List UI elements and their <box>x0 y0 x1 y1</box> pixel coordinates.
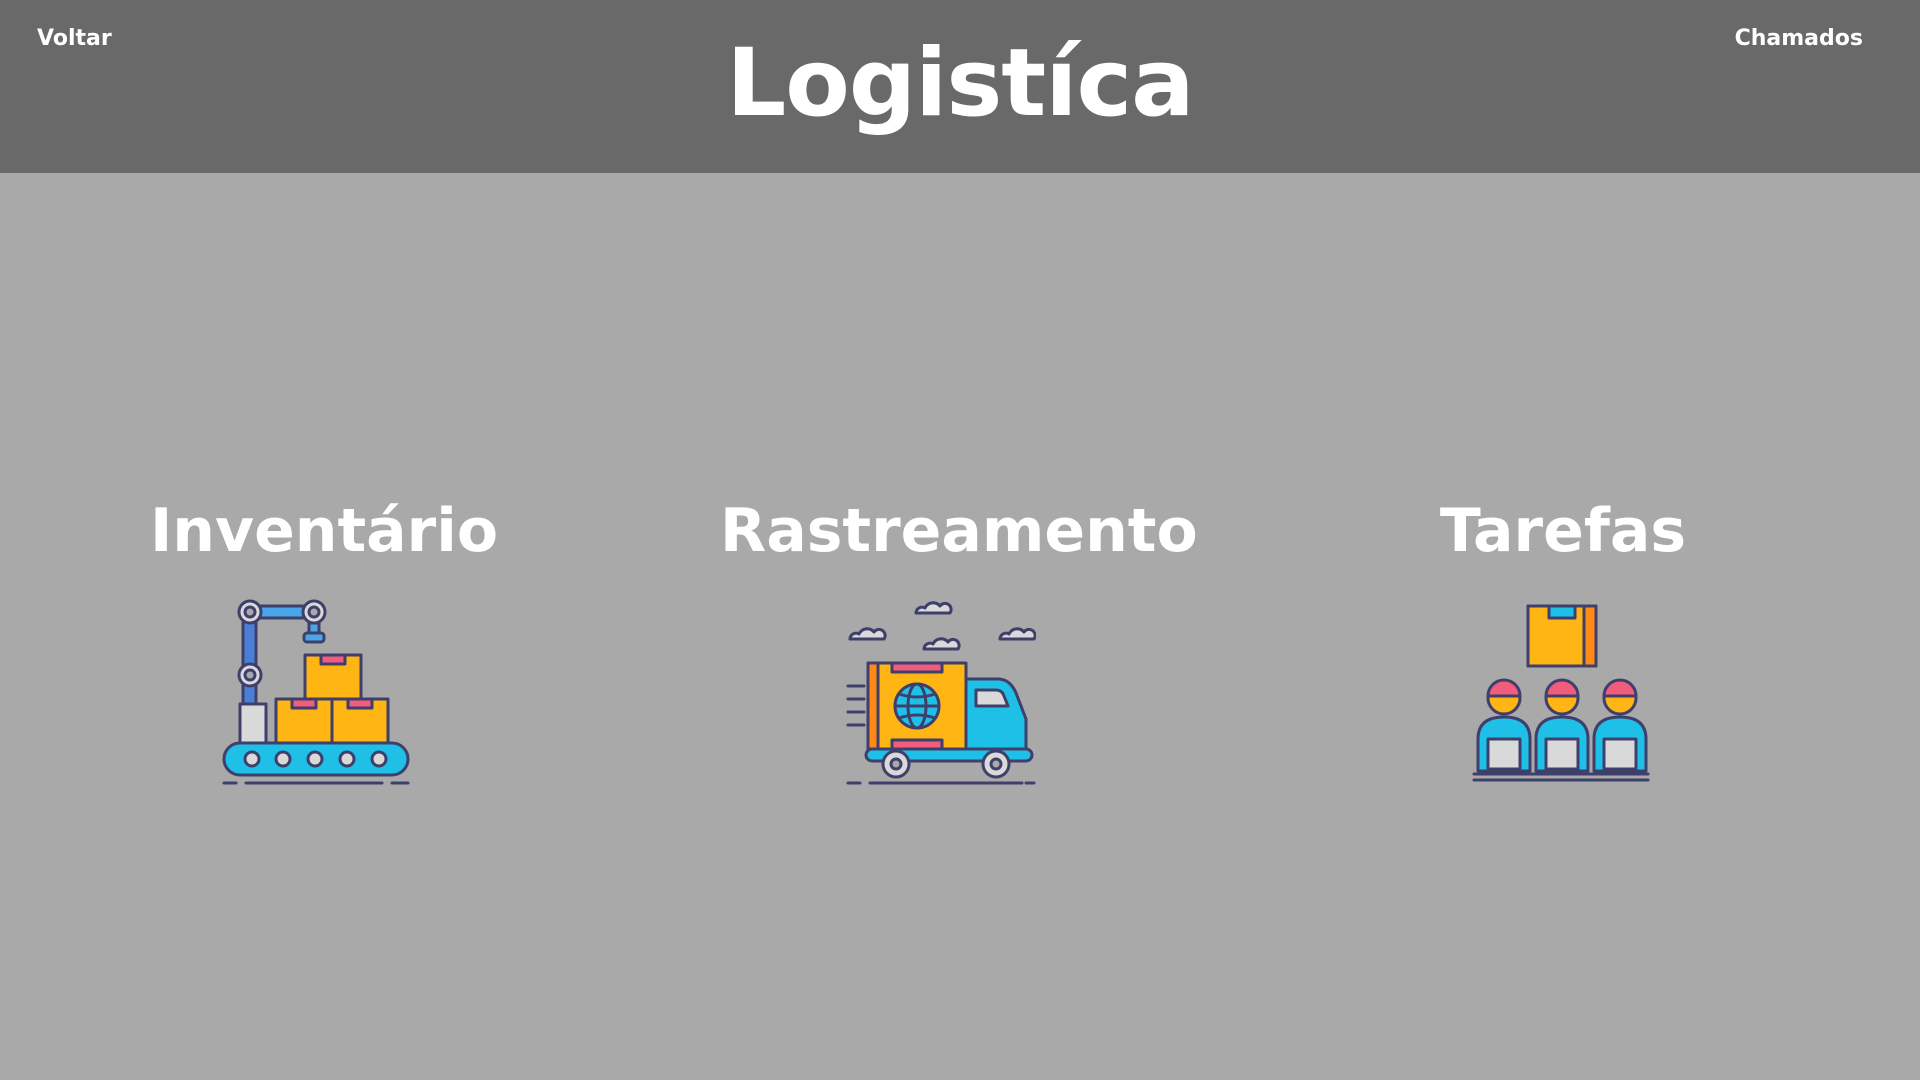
tasks-card[interactable]: Tarefas <box>1430 494 1696 782</box>
tasks-card-title: Tarefas <box>1439 496 1687 566</box>
delivery-truck-icon <box>846 601 1036 785</box>
page-title: Logistíca <box>726 29 1194 138</box>
tracking-card[interactable]: Rastreamento <box>720 494 1198 785</box>
conveyor-robot-arm-icon <box>222 599 410 785</box>
top-header: Voltar Logistíca Chamados <box>0 0 1920 173</box>
inventory-card[interactable]: Inventário <box>146 494 502 785</box>
team-workers-icon <box>1472 604 1650 782</box>
inventory-card-title: Inventário <box>149 496 499 566</box>
tracking-card-title: Rastreamento <box>720 496 1198 566</box>
calls-link[interactable]: Chamados <box>1735 26 1863 51</box>
